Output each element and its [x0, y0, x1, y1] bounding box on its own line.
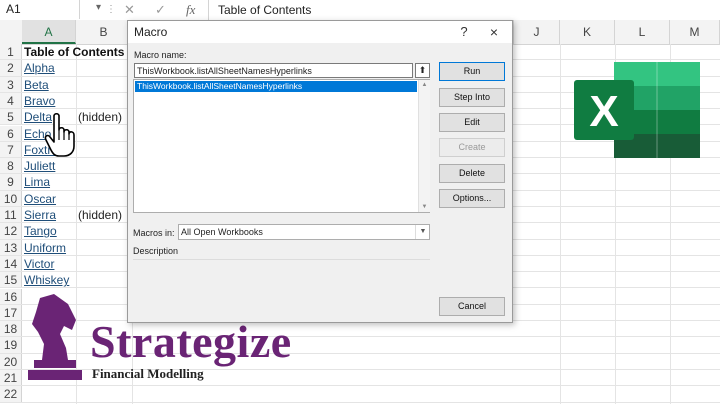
sheet-hyperlink[interactable]: Sierra: [24, 207, 56, 222]
scrollbar[interactable]: ▲ ▼: [418, 80, 430, 212]
column-header[interactable]: A: [22, 20, 76, 44]
row-header[interactable]: 4: [0, 92, 22, 109]
column-header[interactable]: M: [670, 20, 720, 44]
row-header[interactable]: 16: [0, 288, 22, 304]
macro-list[interactable]: ThisWorkbook.listAllSheetNamesHyperlinks…: [133, 79, 430, 213]
cancel-icon[interactable]: ✕: [124, 0, 135, 19]
run-button[interactable]: Run: [439, 62, 505, 81]
macro-dialog: Macro ? × Macro name: ThisWorkbook.listA…: [127, 20, 513, 323]
macro-name-input[interactable]: ThisWorkbook.listAllSheetNamesHyperlinks: [134, 63, 413, 78]
scroll-down-icon[interactable]: ▼: [419, 202, 430, 212]
row-header[interactable]: 7: [0, 141, 22, 158]
svg-text:X: X: [589, 87, 618, 136]
row-header[interactable]: 3: [0, 76, 22, 92]
divider: [133, 259, 430, 260]
sheet-hyperlink[interactable]: Whiskey: [24, 272, 69, 287]
help-icon[interactable]: ?: [454, 21, 474, 43]
macro-name-label: Macro name:: [134, 50, 187, 60]
list-item[interactable]: ThisWorkbook.listAllSheetNamesHyperlinks: [135, 81, 417, 92]
check-icon[interactable]: ✓: [155, 0, 166, 19]
column-header[interactable]: B: [76, 20, 132, 44]
close-icon[interactable]: ×: [484, 21, 504, 43]
sheet-hyperlink[interactable]: Lima: [24, 174, 50, 189]
cell: (hidden): [78, 208, 123, 222]
row-header[interactable]: 1: [0, 44, 22, 60]
sheet-hyperlink[interactable]: Juliett: [24, 158, 55, 173]
delete-button[interactable]: Delete: [439, 164, 505, 183]
brand-name: Strategize: [90, 316, 292, 367]
row-header[interactable]: 2: [0, 60, 22, 76]
sheet-hyperlink[interactable]: Uniform: [24, 240, 66, 255]
row-header[interactable]: 11: [0, 207, 22, 223]
cell: Table of Contents: [24, 45, 125, 59]
column-header[interactable]: J: [513, 20, 560, 44]
macros-in-label: Macros in:: [133, 228, 175, 238]
brand-tagline: Financial Modelling: [92, 366, 204, 381]
sheet-hyperlink[interactable]: Tango: [24, 223, 57, 238]
sheet-hyperlink[interactable]: Beta: [24, 77, 49, 92]
sheet-hyperlink[interactable]: Oscar: [24, 191, 56, 206]
chevron-down-icon[interactable]: ▼: [415, 225, 430, 239]
options-button[interactable]: Options...: [439, 189, 505, 208]
row-header[interactable]: 9: [0, 174, 22, 190]
divider: [208, 0, 209, 20]
description-label: Description: [133, 246, 179, 256]
dialog-titlebar[interactable]: Macro ? ×: [128, 21, 512, 43]
macros-in-select[interactable]: All Open Workbooks ▼: [178, 224, 430, 240]
row-header[interactable]: 13: [0, 239, 22, 255]
row-header[interactable]: 18: [0, 321, 22, 337]
row-header[interactable]: 15: [0, 272, 22, 288]
insert-function-icon[interactable]: fx: [186, 0, 195, 19]
up-arrow-icon[interactable]: ⬆: [415, 63, 430, 78]
sheet-hyperlink[interactable]: Victor: [24, 256, 54, 271]
macros-in-value: All Open Workbooks: [181, 227, 263, 237]
create-button[interactable]: Create: [439, 138, 505, 157]
row-header[interactable]: 6: [0, 125, 22, 141]
sheet-hyperlink[interactable]: Bravo: [24, 93, 55, 108]
row-header[interactable]: 10: [0, 190, 22, 206]
row-header[interactable]: 22: [0, 386, 22, 402]
name-box[interactable]: A1: [0, 0, 80, 19]
knight-logo-icon: [28, 294, 82, 380]
more-icon: ⋮: [106, 4, 116, 15]
column-header[interactable]: K: [560, 20, 615, 44]
cancel-button[interactable]: Cancel: [439, 297, 505, 316]
column-header[interactable]: L: [615, 20, 670, 44]
scroll-up-icon[interactable]: ▲: [419, 80, 430, 90]
excel-logo-icon: X: [574, 62, 700, 158]
hand-cursor-icon: [44, 112, 75, 157]
row-header[interactable]: 8: [0, 158, 22, 174]
step-into-button[interactable]: Step Into: [439, 88, 505, 107]
edit-button[interactable]: Edit: [439, 113, 505, 132]
table-row: 22: [0, 386, 720, 403]
formula-bar: A1 ▾ ⋮ ✕ ✓ fx Table of Contents: [0, 0, 720, 21]
formula-input[interactable]: Table of Contents: [218, 0, 311, 20]
row-header[interactable]: 14: [0, 255, 22, 272]
dialog-title: Macro: [134, 25, 168, 39]
row-header[interactable]: 5: [0, 109, 22, 125]
row-header[interactable]: 19: [0, 337, 22, 353]
row-header[interactable]: 20: [0, 353, 22, 369]
row-header[interactable]: 12: [0, 223, 22, 239]
row-header[interactable]: 21: [0, 370, 22, 386]
row-header[interactable]: 17: [0, 304, 22, 321]
cell: (hidden): [78, 110, 123, 125]
chevron-down-icon[interactable]: ▾: [96, 2, 101, 13]
sheet-hyperlink[interactable]: Alpha: [24, 60, 55, 75]
